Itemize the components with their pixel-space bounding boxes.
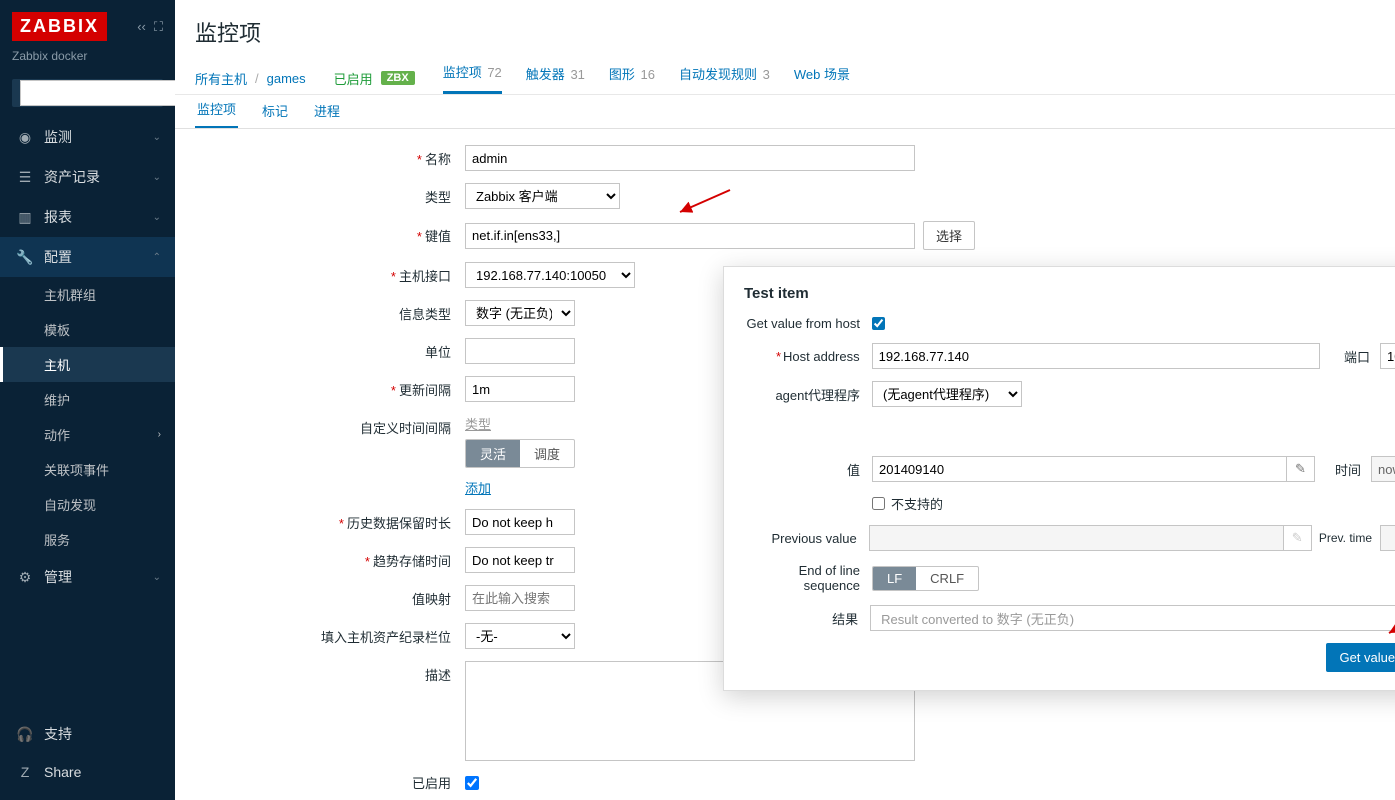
nav-configuration[interactable]: 🔧配置⌃: [0, 237, 175, 277]
tab-items[interactable]: 监控项 72: [443, 62, 502, 94]
eye-icon: ◉: [14, 129, 36, 146]
sub-discovery[interactable]: 自动发现: [0, 487, 175, 522]
type-select[interactable]: Zabbix 客户端: [465, 183, 620, 209]
interval-type-segment[interactable]: 灵活调度: [465, 439, 575, 468]
sub-hostgroups[interactable]: 主机群组: [0, 277, 175, 312]
eol-segment[interactable]: LFCRLF: [872, 566, 979, 591]
server-name: Zabbix docker: [12, 49, 163, 63]
sidebar: ZABBIX ‹‹ ⛶ Zabbix docker ◉监测⌄ ☰资产记录⌄ ▥报…: [0, 0, 175, 800]
sidebar-search[interactable]: [12, 79, 163, 107]
get-value-and-test-button[interactable]: Get value and test: [1326, 643, 1395, 672]
sub-correlation[interactable]: 关联项事件: [0, 452, 175, 487]
bar-chart-icon: ▥: [14, 209, 36, 226]
prev-value-field: [869, 525, 1284, 551]
chevron-down-icon: ⌄: [153, 212, 161, 223]
tab-web[interactable]: Web 场景: [794, 64, 850, 93]
chevron-right-icon: ›: [158, 429, 161, 440]
sub-services[interactable]: 服务: [0, 522, 175, 557]
edit-icon[interactable]: ✎: [1287, 456, 1315, 482]
tab-discovery[interactable]: 自动发现规则 3: [679, 64, 770, 93]
tab-triggers[interactable]: 触发器 31: [526, 64, 585, 93]
footer-support[interactable]: 🎧支持: [0, 714, 175, 754]
nav-reports[interactable]: ▥报表⌄: [0, 197, 175, 237]
bc-all-hosts[interactable]: 所有主机: [195, 69, 247, 88]
time-field: [1371, 456, 1395, 482]
interval-field[interactable]: [465, 376, 575, 402]
sub-actions[interactable]: 动作›: [0, 417, 175, 452]
breadcrumb: 所有主机 / games 已启用 ZBX 监控项 72 触发器 31 图形 16…: [175, 52, 1395, 95]
chevron-up-icon: ⌃: [153, 252, 161, 263]
value-field[interactable]: [872, 456, 1287, 482]
tab-graphs[interactable]: 图形 16: [609, 64, 655, 93]
key-field[interactable]: [465, 223, 915, 249]
gear-icon: ⚙: [14, 569, 36, 586]
trend-field[interactable]: [465, 547, 575, 573]
port-field[interactable]: [1380, 343, 1395, 369]
name-field[interactable]: [465, 145, 915, 171]
sub-hosts[interactable]: 主机: [0, 347, 175, 382]
sidebar-fullscreen-icon[interactable]: ⛶: [154, 19, 163, 35]
result-box: Result converted to 数字 (无正负)201409140: [870, 605, 1395, 631]
nav-administration[interactable]: ⚙管理⌄: [0, 557, 175, 597]
infotype-select[interactable]: 数字 (无正负): [465, 300, 575, 326]
list-icon: ☰: [14, 169, 36, 186]
status-enabled: 已启用: [334, 69, 373, 88]
add-interval-link[interactable]: 添加: [465, 481, 491, 496]
enabled-checkbox[interactable]: [465, 776, 479, 790]
page-title: 监控项: [195, 16, 1375, 48]
host-address-field[interactable]: [872, 343, 1321, 369]
history-field[interactable]: [465, 509, 575, 535]
logo: ZABBIX: [12, 12, 107, 41]
chevron-down-icon: ⌄: [153, 172, 161, 183]
chevron-down-icon: ⌄: [153, 572, 161, 583]
hostif-select[interactable]: 192.168.77.140:10050: [465, 262, 635, 288]
sidebar-collapse-icon[interactable]: ‹‹: [137, 19, 146, 35]
footer-share[interactable]: ZShare: [0, 754, 175, 790]
valuemap-field[interactable]: [465, 585, 575, 611]
nav-inventory[interactable]: ☰资产记录⌄: [0, 157, 175, 197]
ftab-item[interactable]: 监控项: [195, 91, 238, 128]
unsupported-checkbox[interactable]: [872, 497, 885, 510]
headset-icon: 🎧: [14, 726, 36, 743]
chevron-down-icon: ⌄: [153, 132, 161, 143]
prev-time-field: [1380, 525, 1395, 551]
edit-icon: ✎: [1284, 525, 1312, 551]
ftab-tags[interactable]: 标记: [260, 93, 290, 128]
sub-maintenance[interactable]: 维护: [0, 382, 175, 417]
wrench-icon: 🔧: [14, 249, 36, 266]
test-item-modal: ✕ Test item Get value from host *Host ad…: [723, 266, 1395, 691]
nav-monitoring[interactable]: ◉监测⌄: [0, 117, 175, 157]
badge-zbx: ZBX: [381, 71, 415, 85]
z-icon: Z: [14, 764, 36, 780]
sub-templates[interactable]: 模板: [0, 312, 175, 347]
unit-field[interactable]: [465, 338, 575, 364]
agent-select[interactable]: (无agent代理程序): [872, 381, 1022, 407]
ftab-preprocessing[interactable]: 进程: [312, 93, 342, 128]
get-from-host-checkbox[interactable]: [872, 317, 885, 330]
inventory-select[interactable]: -无-: [465, 623, 575, 649]
modal-title: Test item: [744, 285, 1395, 302]
bc-host[interactable]: games: [267, 71, 306, 86]
select-key-button[interactable]: 选择: [923, 221, 975, 250]
